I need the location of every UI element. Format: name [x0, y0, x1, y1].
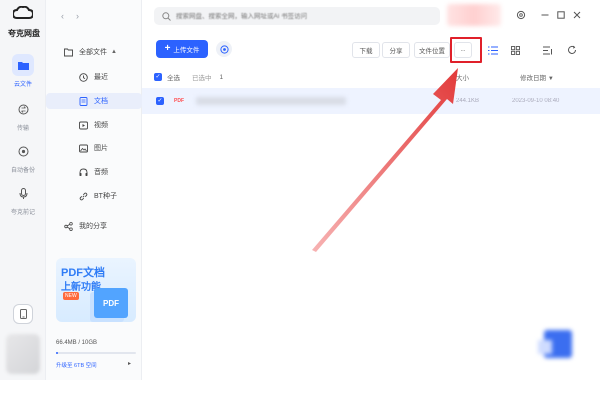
- upload-label: 上传文件: [173, 47, 200, 54]
- new-badge: NEW: [63, 292, 79, 300]
- list-view-icon[interactable]: [487, 44, 499, 56]
- quark-logo-icon: [11, 5, 35, 19]
- device-button[interactable]: [13, 304, 33, 324]
- highlight-box: [450, 37, 482, 63]
- avatar[interactable]: [6, 334, 40, 374]
- rail-item-backup[interactable]: 自动备份: [0, 140, 46, 174]
- clock-icon: [79, 72, 88, 82]
- rail-item-cloud-files[interactable]: 云文件: [0, 54, 46, 88]
- caret-down-icon: ▼: [547, 76, 554, 82]
- rail-label: 夸克前记: [10, 210, 35, 216]
- headphones-icon: [79, 168, 88, 176]
- app-logo: 夸克网盘: [8, 5, 40, 39]
- sidebar-item-audio[interactable]: 音频: [46, 164, 142, 180]
- caret-up-icon[interactable]: ▲: [111, 49, 117, 55]
- sidebar-item-my-share[interactable]: 我的分享: [46, 218, 142, 234]
- sidebar-item-images[interactable]: 图片: [46, 140, 142, 156]
- maximize-icon[interactable]: [556, 10, 566, 20]
- share-button[interactable]: 分享: [382, 42, 410, 58]
- selected-count: 1: [219, 73, 224, 81]
- download-label: 下载: [359, 48, 373, 55]
- share-icon: [64, 221, 73, 231]
- video-icon: [79, 121, 88, 129]
- storage-progress-fill: [56, 352, 58, 354]
- file-date: 2023-09-10 08:40: [512, 98, 560, 104]
- app-name: 夸克网盘: [8, 29, 40, 38]
- promo-doc-label: PDF: [103, 298, 119, 308]
- refresh-icon[interactable]: [566, 44, 578, 56]
- sidebar-item-all-files[interactable]: 全部文件 ▲: [46, 44, 142, 60]
- transfer-icon: [12, 98, 34, 120]
- pdf-document-icon: PDF: [94, 288, 128, 318]
- file-location-button[interactable]: 文件位置: [414, 42, 450, 58]
- folder-icon: [64, 48, 73, 56]
- file-location-label: 文件位置: [419, 48, 445, 55]
- main-content: + 上传文件 下载 分享 文件位置 ... ✓ 全选 已选中 1 大小 修改日: [142, 0, 600, 380]
- search-input[interactable]: [176, 12, 436, 20]
- plus-icon: +: [164, 43, 171, 54]
- sync-button[interactable]: [216, 41, 232, 57]
- sidebar-item-label: BT种子: [94, 193, 117, 200]
- sidebar-item-label: 文档: [94, 98, 108, 105]
- grid-view-icon[interactable]: [509, 44, 521, 56]
- sidebar-item-label: 全部文件: [79, 49, 107, 56]
- rail-label: 云文件: [13, 82, 32, 88]
- phone-icon: [19, 309, 27, 319]
- sidebar-item-documents[interactable]: 文档: [46, 93, 142, 109]
- sidebar-item-label: 最近: [94, 74, 108, 81]
- storage-usage: 66.4MB / 10GB: [56, 340, 98, 346]
- sort-icon[interactable]: [542, 44, 554, 56]
- rail-label: 传输: [16, 126, 29, 132]
- select-all-checkbox[interactable]: ✓: [154, 73, 162, 81]
- storage-progress-bar: [56, 352, 136, 354]
- upload-file-button[interactable]: + 上传文件: [156, 40, 208, 58]
- cloud-folder-icon: [12, 54, 34, 76]
- app-window: 夸克网盘 云文件 传输 自动备份 夸克前记 ‹ › 全部文件 ▲ 最近 文档 视…: [0, 0, 600, 400]
- file-category-sidebar: ‹ › 全部文件 ▲ 最近 文档 视频 图片 音频 BT种子 我的分享 PDF文…: [46, 0, 142, 380]
- link-icon: [79, 192, 88, 200]
- image-icon: [79, 144, 88, 152]
- search-icon: [162, 11, 171, 21]
- file-name: [196, 97, 346, 105]
- corner-decoration: [538, 330, 572, 358]
- history-nav: ‹ ›: [56, 8, 84, 24]
- file-size: 244.1KB: [456, 98, 480, 104]
- sidebar-item-video[interactable]: 视频: [46, 117, 142, 133]
- sidebar-item-bt-torrents[interactable]: BT种子: [46, 188, 142, 204]
- search-bar[interactable]: [154, 7, 440, 25]
- document-icon: [79, 96, 88, 106]
- sidebar-item-label: 我的分享: [79, 223, 107, 230]
- pdf-file-icon: PDF: [174, 98, 184, 104]
- column-date-label: 修改日期: [520, 75, 546, 82]
- row-checkbox[interactable]: ✓: [156, 97, 164, 105]
- share-label: 分享: [389, 48, 403, 55]
- sidebar-item-label: 视频: [94, 122, 108, 129]
- left-rail: 夸克网盘 云文件 传输 自动备份 夸克前记: [0, 0, 46, 380]
- selected-label: 已选中: [192, 75, 212, 82]
- upgrade-storage-link[interactable]: 升级至 6TB 空间: [56, 361, 97, 369]
- back-button[interactable]: ‹: [56, 8, 69, 24]
- minimize-icon[interactable]: [540, 10, 550, 20]
- record-icon: [12, 182, 34, 204]
- sidebar-item-label: 音频: [94, 169, 108, 176]
- sidebar-item-label: 图片: [94, 145, 108, 152]
- chevron-right-icon[interactable]: ▸: [128, 360, 131, 367]
- close-icon[interactable]: [572, 10, 582, 20]
- rail-item-transfer[interactable]: 传输: [0, 98, 46, 132]
- forward-button[interactable]: ›: [71, 8, 84, 24]
- user-profile-area[interactable]: [447, 4, 501, 26]
- rail-item-record[interactable]: 夸克前记: [0, 182, 46, 216]
- settings-icon[interactable]: [516, 10, 526, 20]
- pdf-promo-banner[interactable]: PDF文档 上新功能 NEW PDF: [56, 258, 136, 322]
- target-icon: [219, 44, 229, 54]
- column-header-size[interactable]: 大小: [456, 72, 469, 82]
- table-header: ✓ 全选 已选中 1 大小 修改日期 ▼: [154, 70, 588, 84]
- sidebar-item-recent[interactable]: 最近: [46, 69, 142, 85]
- backup-icon: [12, 140, 34, 162]
- download-button[interactable]: 下载: [352, 42, 380, 58]
- rail-label: 自动备份: [10, 168, 35, 174]
- table-row[interactable]: ✓ PDF 244.1KB 2023-09-10 08:40: [142, 88, 600, 114]
- column-header-date[interactable]: 修改日期 ▼: [520, 72, 554, 82]
- select-all-label: 全选: [167, 75, 180, 82]
